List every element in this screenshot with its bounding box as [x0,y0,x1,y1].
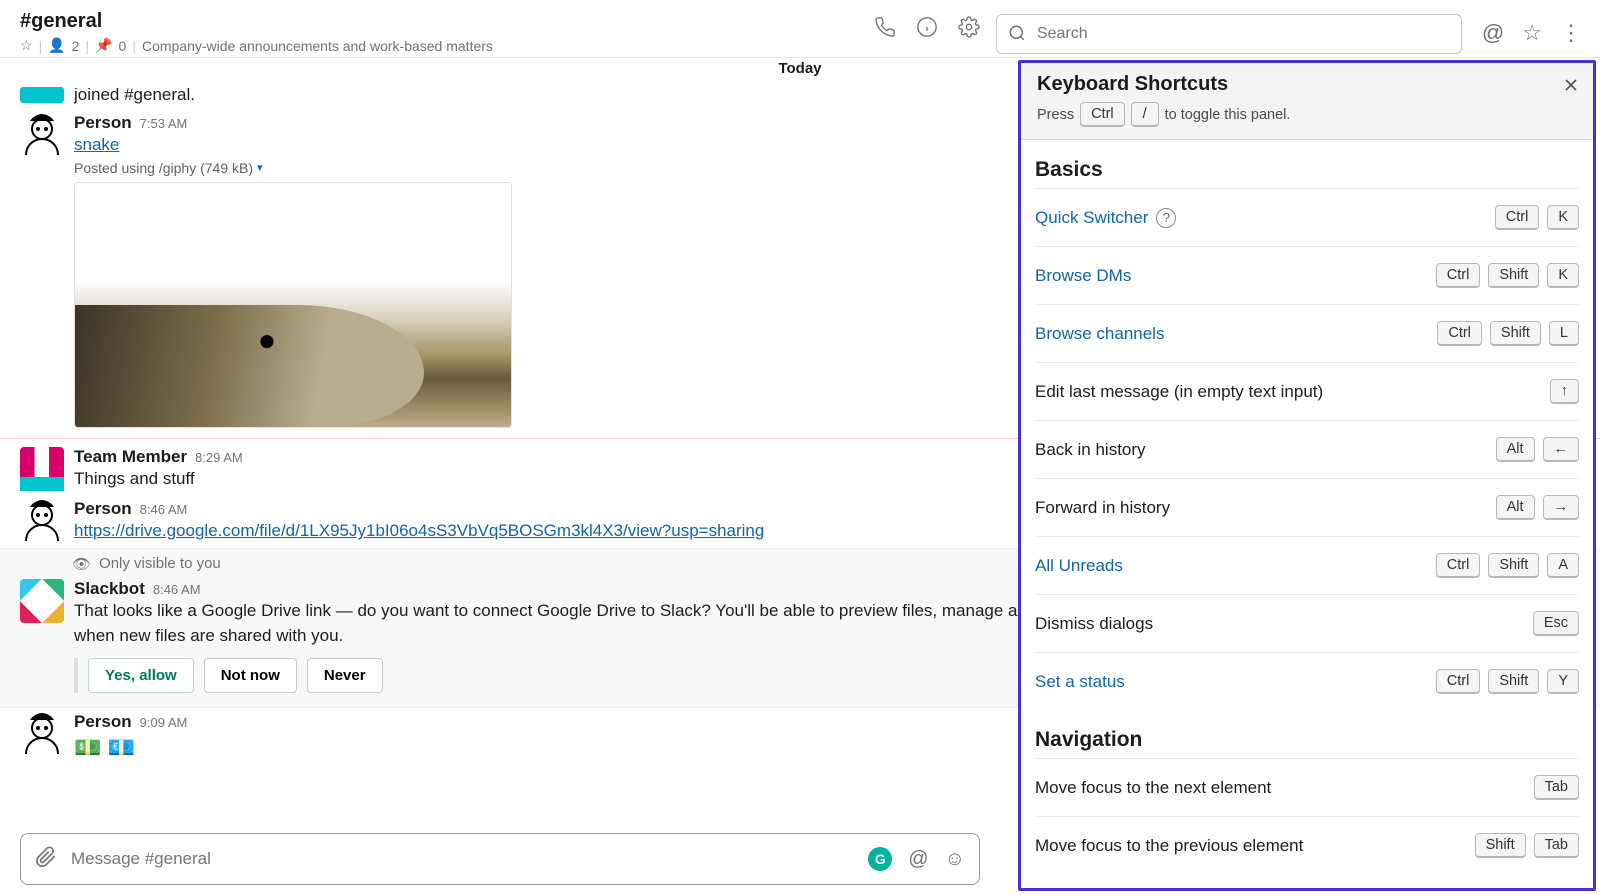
message-author[interactable]: Team Member [74,447,187,467]
composer-input[interactable] [71,849,854,869]
message-time: 8:29 AM [195,450,243,465]
panel-title: Keyboard Shortcuts [1037,73,1577,96]
system-join-text: joined #general. [74,85,195,105]
message-time: 9:09 AM [140,715,188,730]
message-author[interactable]: Person [74,712,132,732]
section-basics: Basics [1035,158,1579,182]
shortcut-forward-history: Forward in history Alt→ [1035,478,1579,536]
never-button[interactable]: Never [307,658,383,693]
gif-attachment[interactable] [74,182,512,428]
avatar[interactable] [20,499,64,543]
key-slash: / [1131,102,1159,127]
avatar[interactable] [20,712,64,756]
avatar[interactable] [20,579,64,623]
shortcut-dismiss-dialogs: Dismiss dialogs Esc [1035,594,1579,652]
keyboard-shortcuts-panel: Keyboard Shortcuts Press Ctrl / to toggl… [1018,60,1596,891]
message-author[interactable]: Person [74,113,132,133]
section-navigation: Navigation [1035,728,1579,752]
mentions-icon[interactable]: @ [1482,20,1504,46]
info-icon[interactable] [916,16,938,38]
emoji-icon[interactable]: ☺ [945,848,965,871]
key-ctrl: Ctrl [1080,102,1125,127]
mention-icon[interactable]: @ [908,848,928,871]
shortcut-focus-next: Move focus to the next element Tab [1035,758,1579,816]
shortcut-browse-dms[interactable]: Browse DMs CtrlShiftK [1035,246,1579,304]
grammarly-icon[interactable]: G [868,847,892,871]
member-color-chip [20,87,64,103]
avatar[interactable] [20,113,64,157]
only-visible-label: Only visible to you [99,555,221,572]
shortcut-set-status[interactable]: Set a status CtrlShiftY [1035,652,1579,710]
member-count[interactable]: 2 [72,38,80,54]
message-author[interactable]: Slackbot [74,579,145,599]
gear-icon[interactable] [958,16,980,38]
channel-title[interactable]: #general [20,10,874,33]
attachment-meta: Posted using /giphy (749 kB) [74,160,253,176]
chevron-down-icon[interactable]: ▾ [257,161,263,174]
attachment-title-link[interactable]: snake [74,135,119,154]
eye-icon: 👁 [72,555,91,573]
star-outline-icon[interactable]: ☆ [1522,20,1542,46]
message-time: 8:46 AM [140,502,188,517]
pin-icon[interactable]: 📌 [95,37,112,54]
shortcut-all-unreads[interactable]: All Unreads CtrlShiftA [1035,536,1579,594]
shortcut-back-history: Back in history Alt← [1035,420,1579,478]
pin-count[interactable]: 0 [119,38,127,54]
more-icon[interactable]: ⋮ [1560,20,1580,46]
shortcut-focus-prev: Move focus to the previous element Shift… [1035,816,1579,874]
panel-sub-pre: Press [1037,107,1074,123]
shortcut-quick-switcher[interactable]: Quick Switcher? CtrlK [1035,188,1579,246]
yes-allow-button[interactable]: Yes, allow [88,658,194,693]
search-input[interactable] [996,14,1462,54]
channel-header: #general ☆ | 👤 2 | 📌 0 | Company-wide an… [0,0,1600,58]
message-composer[interactable]: G @ ☺ [20,833,980,885]
channel-meta: ☆ | 👤 2 | 📌 0 | Company-wide announcemen… [20,37,874,54]
phone-icon[interactable] [874,16,896,38]
message-time: 7:53 AM [140,116,188,131]
search-icon [1008,24,1026,47]
close-icon[interactable] [1561,75,1581,100]
message-link[interactable]: https://drive.google.com/file/d/1LX95Jy1… [74,521,764,540]
star-icon[interactable]: ☆ [20,37,33,54]
message-time: 8:46 AM [153,582,201,597]
panel-sub-post: to toggle this panel. [1165,107,1291,123]
paperclip-icon[interactable] [35,846,57,873]
help-icon[interactable]: ? [1156,208,1176,228]
message-author[interactable]: Person [74,499,132,519]
shortcut-edit-last: Edit last message (in empty text input) … [1035,362,1579,420]
avatar[interactable] [20,447,64,491]
members-icon[interactable]: 👤 [48,37,65,54]
not-now-button[interactable]: Not now [204,658,297,693]
channel-topic[interactable]: Company-wide announcements and work-base… [142,38,493,54]
shortcut-browse-channels[interactable]: Browse channels CtrlShiftL [1035,304,1579,362]
